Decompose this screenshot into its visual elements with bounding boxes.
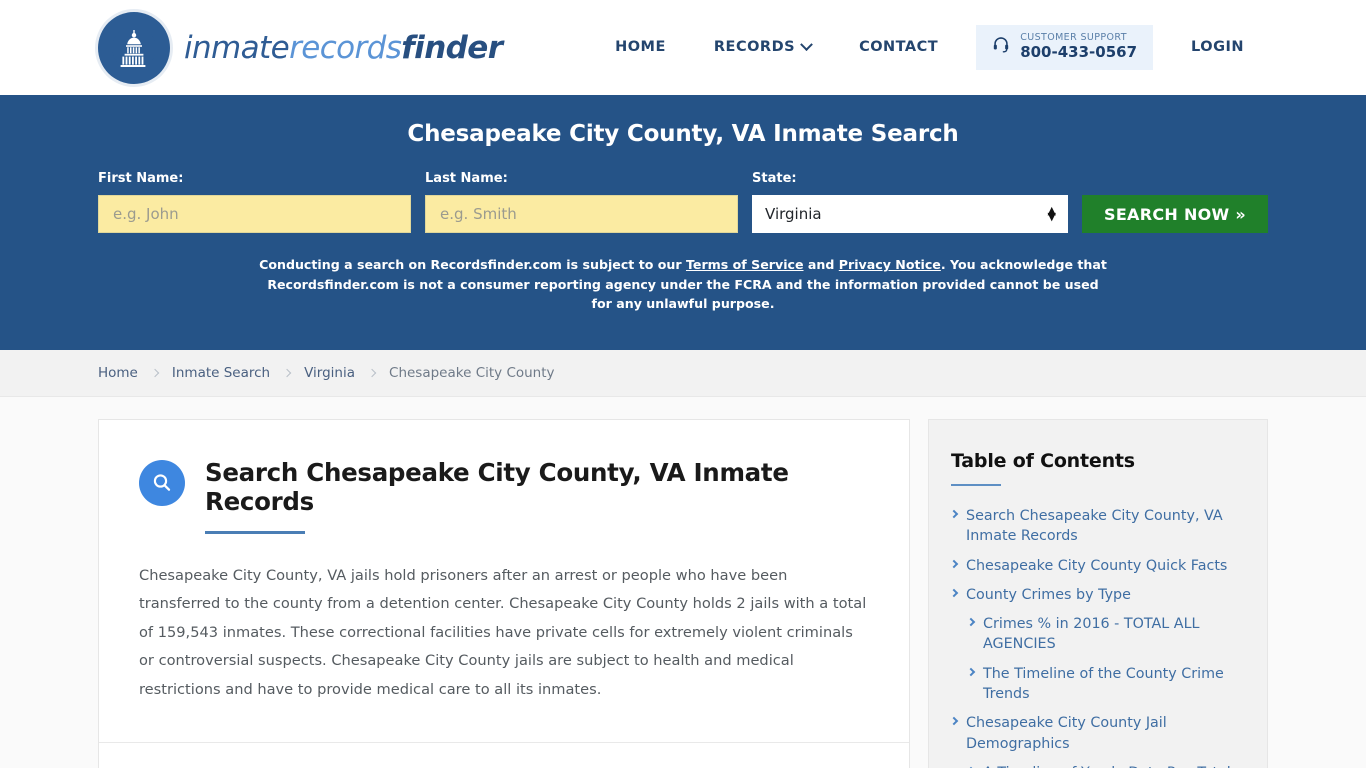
section-search-records: Search Chesapeake City County, VA Inmate… [99,420,909,742]
privacy-notice-link[interactable]: Privacy Notice [839,257,941,272]
search-now-button[interactable]: SEARCH NOW » [1082,195,1269,233]
title-underline-accent [205,530,305,534]
toc-item-jail-demographics[interactable]: Chesapeake City County Jail Demographics [949,713,1241,754]
state-label: State: [752,171,797,186]
toc-underline-accent [951,484,1001,486]
nav-item-login[interactable]: LOGIN [1167,39,1268,55]
section-body-search-records: Chesapeake City County, VA jails hold pr… [139,566,867,698]
chevron-down-icon [800,38,813,52]
breadcrumb-item-inmate-search[interactable]: Inmate Search [172,365,270,381]
chevron-right-icon [367,368,377,378]
toc-list: Search Chesapeake City County, VA Inmate… [949,506,1241,768]
chevron-right-icon [150,368,160,378]
toc-item-crimes-percent-2016[interactable]: Crimes % in 2016 - TOTAL ALL AGENCIES [951,614,1241,655]
disclaimer-text-1: Conducting a search on Recordsfinder.com… [259,257,686,272]
nav-item-contact[interactable]: CONTACT [835,39,962,55]
chevron-right-icon [966,617,976,627]
toc-item-county-crimes-by-type[interactable]: County Crimes by Type [949,585,1241,605]
page-title: Chesapeake City County, VA Inmate Search [407,121,959,147]
breadcrumb: Home Inmate Search Virginia Chesapeake C… [98,365,555,381]
capitol-dome-icon [98,11,170,84]
first-name-input[interactable] [98,195,412,233]
first-name-label: First Name: [98,171,184,186]
article-card: Search Chesapeake City County, VA Inmate… [98,419,910,768]
inmate-search-form: First Name: Last Name: State: Virginia ▲… [98,171,1269,233]
headset-icon [992,36,1010,58]
toc-item-label: Crimes % in 2016 - TOTAL ALL AGENCIES [983,616,1200,653]
logo-word-finder: finder [401,29,503,66]
toc-item-yearly-data-pop-total[interactable]: A Timeline of Yearly Data Pop Total from… [951,763,1241,768]
breadcrumb-item-home[interactable]: Home [98,365,138,381]
disclaimer-text-2: and [803,257,839,272]
section-quick-facts: Chesapeake City County Quick Facts [99,742,909,768]
toc-heading: Table of Contents [951,450,1135,472]
breadcrumb-item-current: Chesapeake City County [389,365,555,381]
toc-item-quick-facts[interactable]: Chesapeake City County Quick Facts [949,556,1241,576]
logo-word-records: records [289,29,402,66]
chevron-right-icon [949,717,959,726]
nav-item-home[interactable]: HOME [591,39,690,55]
chevron-right-icon [949,588,959,598]
last-name-input[interactable] [425,195,739,233]
main-content: Search Chesapeake City County, VA Inmate… [0,397,1366,768]
site-header: inmaterecordsfinder HOME RECORDS CONTACT [0,0,1366,95]
nav-item-home-label: HOME [615,39,666,56]
hero-search-panel: Chesapeake City County, VA Inmate Search… [0,95,1366,350]
breadcrumb-bar: Home Inmate Search Virginia Chesapeake C… [0,350,1366,397]
toc-item-label: Chesapeake City County Quick Facts [966,557,1228,574]
chevron-right-icon [949,559,959,568]
chevron-right-icon [949,509,959,519]
toc-item-search-records[interactable]: Search Chesapeake City County, VA Inmate… [949,506,1241,547]
terms-of-service-link[interactable]: Terms of Service [686,257,804,272]
nav-item-records[interactable]: RECORDS [690,38,835,56]
state-select[interactable]: Virginia [752,195,1068,233]
customer-support-box[interactable]: CUSTOMER SUPPORT 800-433-0567 [976,25,1154,70]
last-name-label: Last Name: [425,171,508,186]
logo-wordmark: inmaterecordsfinder [184,29,503,66]
toc-item-label: A Timeline of Yearly Data Pop Total from… [983,763,1241,768]
logo-word-inmate: inmate [184,29,290,66]
chevron-right-icon [966,667,976,677]
search-circle-icon [139,460,185,506]
main-navigation: HOME RECORDS CONTACT CUSTOMER SUPPORT 80… [591,25,1268,70]
chevron-right-icon [282,368,292,378]
nav-item-records-label: RECORDS [713,39,796,56]
breadcrumb-item-virginia[interactable]: Virginia [304,365,355,381]
table-of-contents-sidebar: Table of Contents Search Chesapeake City… [928,419,1268,768]
nav-item-contact-label: CONTACT [859,39,939,56]
nav-item-login-label: LOGIN [1191,39,1244,56]
toc-item-crime-trends-timeline[interactable]: The Timeline of the County Crime Trends [951,664,1241,705]
search-disclaimer: Conducting a search on Recordsfinder.com… [98,255,1268,314]
support-phone[interactable]: 800-433-0567 [1020,44,1137,62]
section-title-search-records: Search Chesapeake City County, VA Inmate… [205,458,789,517]
toc-item-label: Search Chesapeake City County, VA Inmate… [966,508,1223,545]
toc-item-label: The Timeline of the County Crime Trends [983,665,1224,703]
toc-item-label: County Crimes by Type [966,586,1131,603]
site-logo[interactable]: inmaterecordsfinder [98,11,503,84]
toc-item-label: Chesapeake City County Jail Demographics [966,715,1167,752]
